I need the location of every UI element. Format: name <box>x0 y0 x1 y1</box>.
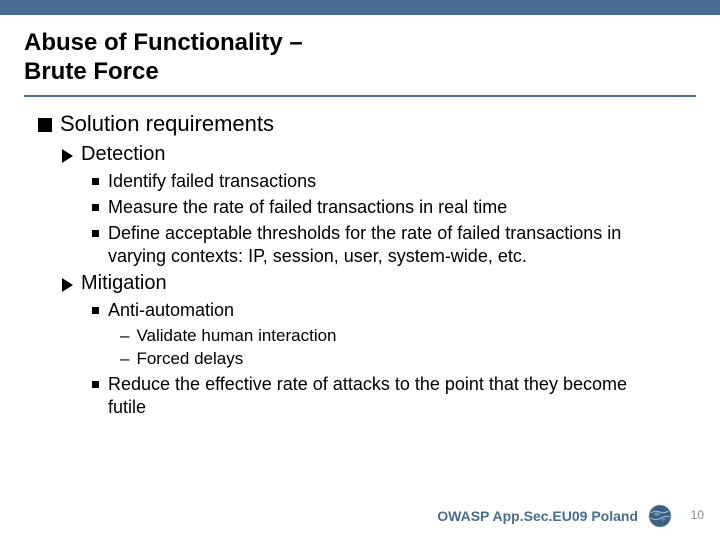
small-square-bullet-icon <box>92 381 99 388</box>
slide-title: Abuse of Functionality – Brute Force <box>0 15 720 95</box>
dash-bullet-icon: – <box>120 325 129 347</box>
bullet-level3: Reduce the effective rate of attacks to … <box>92 373 640 419</box>
small-square-bullet-icon <box>92 178 99 185</box>
slide: Abuse of Functionality – Brute Force Sol… <box>0 0 720 540</box>
bullet-level4: – Forced delays <box>120 348 680 370</box>
level3-text: Identify failed transactions <box>108 170 316 193</box>
footer: OWASP App.Sec.EU09 Poland 10 <box>0 500 720 528</box>
top-accent-bar <box>0 0 720 15</box>
level3-text: Reduce the effective rate of attacks to … <box>108 373 640 419</box>
square-bullet-icon <box>38 118 52 132</box>
level2-text: Mitigation <box>81 272 167 295</box>
bullet-level3: Identify failed transactions <box>92 170 640 193</box>
arrow-bullet-icon <box>62 278 73 292</box>
bullet-level3: Define acceptable thresholds for the rat… <box>92 222 640 268</box>
content-area: Solution requirements Detection Identify… <box>0 97 720 419</box>
level3-text: Define acceptable thresholds for the rat… <box>108 222 640 268</box>
bullet-level3: Measure the rate of failed transactions … <box>92 196 640 219</box>
bullet-level1: Solution requirements <box>38 111 680 137</box>
bullet-level2-mitigation: Mitigation <box>62 272 680 295</box>
page-number: 10 <box>691 508 704 522</box>
level4-text: Forced delays <box>136 348 243 370</box>
footer-text: OWASP App.Sec.EU09 Poland <box>437 508 638 524</box>
level3-text: Measure the rate of failed transactions … <box>108 196 507 219</box>
small-square-bullet-icon <box>92 204 99 211</box>
level2-text: Detection <box>81 143 166 166</box>
arrow-bullet-icon <box>62 149 73 163</box>
bullet-level2-detection: Detection <box>62 143 680 166</box>
level1-text: Solution requirements <box>60 111 274 137</box>
small-square-bullet-icon <box>92 230 99 237</box>
small-square-bullet-icon <box>92 307 99 314</box>
title-line-2: Brute Force <box>24 58 159 85</box>
title-line-1: Abuse of Functionality – <box>24 29 303 56</box>
globe-icon <box>648 504 672 528</box>
bullet-level3: Anti-automation <box>92 299 640 322</box>
bullet-level4: – Validate human interaction <box>120 325 680 347</box>
level3-text: Anti-automation <box>108 299 234 322</box>
level4-text: Validate human interaction <box>136 325 336 347</box>
dash-bullet-icon: – <box>120 348 129 370</box>
